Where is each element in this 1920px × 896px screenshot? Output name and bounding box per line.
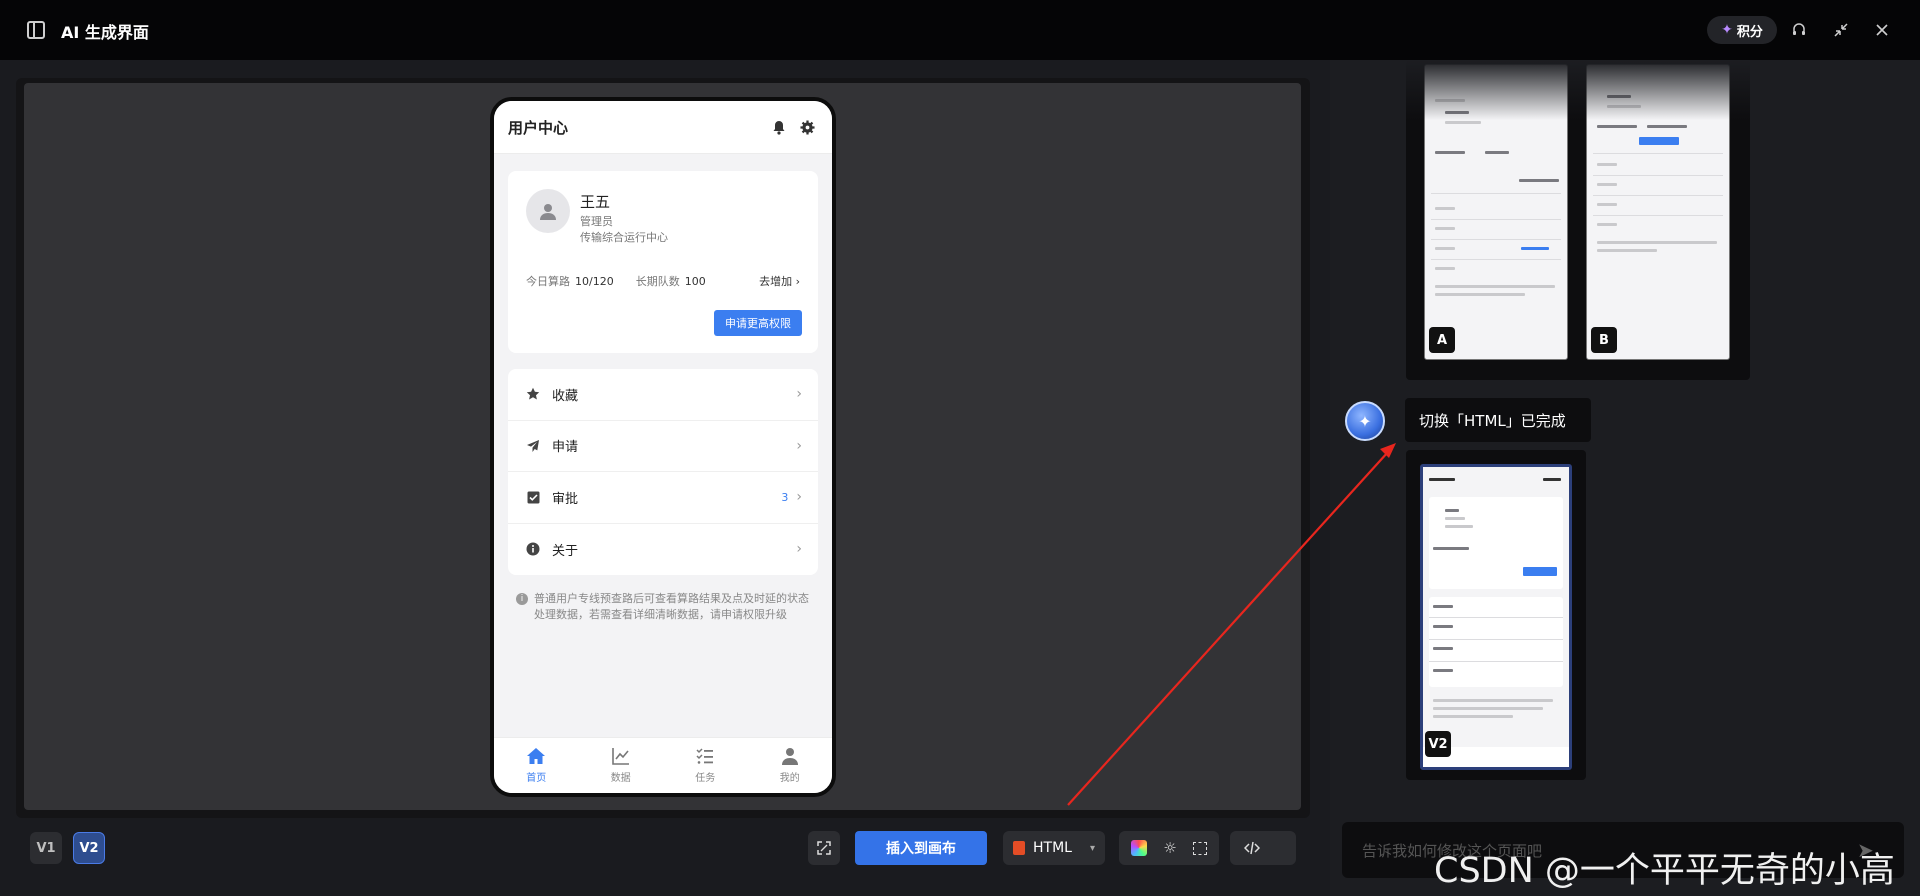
- result-v2-badge: V2: [1425, 731, 1451, 757]
- star-icon: [524, 385, 542, 403]
- result-v2-thumbnail[interactable]: V2: [1420, 464, 1572, 770]
- tab-label: 任务: [695, 773, 716, 784]
- gear-icon[interactable]: [796, 116, 818, 138]
- tab-mine[interactable]: 我的: [748, 738, 833, 793]
- add-more-label: 去增加: [759, 275, 793, 288]
- bell-icon[interactable]: [768, 116, 790, 138]
- close-icon[interactable]: [1870, 18, 1894, 42]
- tab-label: 首页: [526, 773, 547, 784]
- tab-home[interactable]: 首页: [494, 738, 579, 793]
- user-department: 传输综合运行中心: [580, 231, 668, 244]
- chevron-right-icon: ›: [796, 489, 802, 506]
- phone-preview: 用户中心 王五 管理员 传输综合运行中心 今日算路 10/120 长期队数 10…: [490, 97, 836, 797]
- tab-label: 数据: [610, 773, 631, 784]
- chevron-right-icon: ›: [796, 541, 802, 558]
- menu-label: 审批: [552, 491, 579, 507]
- send-icon: [524, 437, 542, 455]
- collapse-icon[interactable]: [1829, 18, 1853, 42]
- home-icon: [527, 748, 546, 764]
- color-palette-icon[interactable]: [1131, 840, 1148, 856]
- theme-sun-icon[interactable]: ☼: [1163, 839, 1176, 857]
- tab-data[interactable]: 数据: [579, 738, 664, 793]
- chevron-right-icon: ›: [796, 437, 802, 454]
- phone-page-title: 用户中心: [508, 118, 569, 137]
- info-icon: [524, 540, 542, 558]
- info-small-icon: i: [516, 593, 528, 605]
- ai-assistant-avatar: ✦: [1345, 401, 1385, 441]
- points-button[interactable]: ✦ 积分: [1707, 16, 1777, 44]
- add-more-link[interactable]: 去增加 ›: [759, 273, 800, 289]
- menu-card: 收藏 › 申请 › 审批 3 › 关于 ›: [508, 369, 818, 575]
- menu-item-apply[interactable]: 申请 ›: [508, 421, 818, 472]
- user-role: 管理员: [580, 215, 613, 228]
- longterm-value: 100: [684, 274, 706, 288]
- sparkle-icon: ✦: [1721, 22, 1733, 38]
- tab-label: 我的: [779, 773, 800, 784]
- result-card: V2: [1406, 450, 1586, 780]
- tasks-icon: [696, 748, 714, 764]
- code-icon: [1244, 841, 1260, 855]
- checkbox-icon: [524, 488, 542, 506]
- longterm-label: 长期队数: [635, 275, 680, 288]
- user-card: 王五 管理员 传输综合运行中心 今日算路 10/120 长期队数 100 去增加…: [508, 171, 818, 353]
- expand-icon: [817, 841, 831, 855]
- option-a-badge: A: [1429, 327, 1455, 353]
- html5-icon: [1013, 841, 1025, 855]
- avatar: [526, 189, 570, 233]
- permission-notice: i 普通用户专线预查路后可查看算路结果及点及时延的状态处理数据，若需查看详细清晰…: [516, 591, 816, 623]
- sidebar-toggle-icon[interactable]: [27, 21, 45, 39]
- chat-panel: A B V2: [1330, 60, 1920, 896]
- user-name: 王五: [580, 193, 611, 211]
- version-v2-button[interactable]: V2: [73, 832, 105, 864]
- person-icon: [781, 748, 798, 765]
- menu-item-about[interactable]: 关于 ›: [508, 524, 818, 576]
- phone-header: 用户中心: [494, 101, 832, 154]
- insert-to-canvas-button[interactable]: 插入到画布: [855, 831, 987, 865]
- tab-tasks[interactable]: 任务: [663, 738, 748, 793]
- phone-tab-bar: 首页 数据 任务 我的: [494, 737, 832, 793]
- chevron-right-icon: ›: [796, 386, 802, 403]
- watermark: CSDN @一个平平无奇的小高: [1434, 851, 1895, 891]
- option-b-badge: B: [1591, 327, 1617, 353]
- menu-item-approval[interactable]: 审批 3 ›: [508, 472, 818, 524]
- fullscreen-button[interactable]: [808, 831, 840, 865]
- app-title: AI 生成界面: [61, 23, 149, 42]
- code-view-button[interactable]: [1230, 831, 1296, 865]
- assistant-message: 切换「HTML」已完成: [1405, 398, 1591, 442]
- points-label: 积分: [1736, 24, 1763, 40]
- menu-label: 关于: [552, 543, 579, 559]
- top-bar: AI 生成界面 ✦ 积分: [0, 0, 1920, 60]
- menu-item-favorites[interactable]: 收藏 ›: [508, 369, 818, 421]
- menu-label: 收藏: [552, 388, 579, 404]
- chart-icon: [611, 748, 629, 765]
- version-v1-button[interactable]: V1: [30, 832, 62, 864]
- today-label: 今日算路: [526, 275, 570, 288]
- user-stats: 今日算路 10/120 长期队数 100 去增加 ›: [526, 273, 800, 289]
- scroll-fade: [1330, 60, 1920, 120]
- view-options-group: ☼: [1119, 831, 1219, 865]
- chevron-down-icon: ▾: [1089, 842, 1095, 854]
- headset-icon[interactable]: [1787, 18, 1811, 42]
- notice-text: 普通用户专线预查路后可查看算路结果及点及时延的状态处理数据，若需查看详细清晰数据…: [534, 592, 809, 621]
- bottom-toolbar: [16, 818, 1310, 880]
- frame-icon[interactable]: [1192, 841, 1207, 855]
- format-select[interactable]: HTML ▾: [1003, 831, 1105, 865]
- today-value: 10/120: [575, 274, 614, 288]
- format-select-value: HTML: [1033, 840, 1072, 856]
- menu-label: 申请: [552, 440, 579, 456]
- apply-permission-button[interactable]: 申请更高权限: [714, 310, 802, 336]
- approval-count-badge: 3: [781, 490, 789, 504]
